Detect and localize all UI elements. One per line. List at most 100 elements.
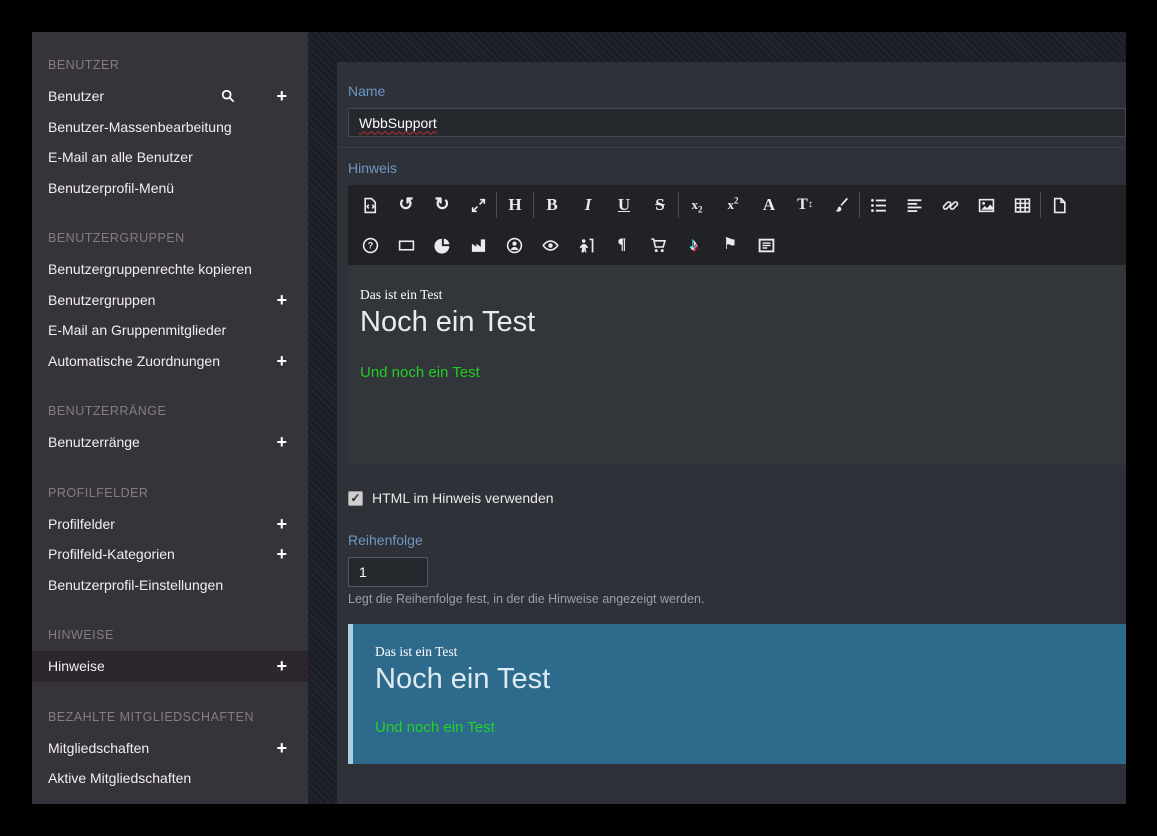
flag-button[interactable]: ⚑ — [712, 225, 748, 265]
sidebar-item-label: Transaktionsprotokoll — [48, 801, 287, 804]
heading-button[interactable]: H — [497, 185, 533, 225]
add-icon[interactable]: + — [276, 659, 287, 673]
sidebar-item-profilfeld-kategorien[interactable]: Profilfeld-Kategorien+ — [32, 539, 308, 570]
add-icon[interactable]: + — [276, 741, 287, 755]
person-booth-button[interactable] — [568, 225, 604, 265]
sidebar-item-aktive-mitgliedschaften[interactable]: Aktive Mitgliedschaften — [32, 763, 308, 794]
sidebar-item-benutzer-massenbearbeitung[interactable]: Benutzer-Massenbearbeitung — [32, 112, 308, 143]
table-button[interactable] — [1004, 185, 1040, 225]
sidebar-item-e-mail-an-gruppenmitglieder[interactable]: E-Mail an Gruppenmitglieder — [32, 315, 308, 346]
flag-icon: ⚑ — [723, 236, 737, 254]
redo-icon: ↻ — [434, 195, 449, 215]
expand-icon — [470, 197, 487, 214]
sidebar-item-hinweise[interactable]: Hinweise+ — [32, 651, 308, 682]
eye-icon — [542, 237, 559, 254]
sidebar-item-label: Aktive Mitgliedschaften — [48, 770, 287, 786]
underline-button[interactable]: U — [606, 185, 642, 225]
undo-button[interactable]: ↺ — [388, 185, 424, 225]
text-box-button[interactable] — [748, 225, 784, 265]
sidebar-item-profilfelder[interactable]: Profilfelder+ — [32, 509, 308, 540]
order-input[interactable]: 1 — [348, 557, 428, 587]
editor-line-heading: Noch ein Test — [360, 305, 1114, 340]
sidebar-item-benutzerprofil-men[interactable]: Benutzerprofil-Menü — [32, 173, 308, 204]
question-circle-button[interactable]: ? — [352, 225, 388, 265]
hinweis-field-group: Hinweis ↺ ↻ HBIUSx2 x2 AT↕? ¶ ♪ ⚑ Das ist ein T… — [348, 160, 1126, 465]
bold-icon: B — [546, 195, 557, 215]
sidebar-section-profilfelder: PROFILFELDERProfilfelder+Profilfeld-Kate… — [32, 485, 308, 601]
hinweis-label: Hinweis — [348, 160, 1126, 176]
add-icon[interactable]: + — [276, 89, 287, 103]
button-icon — [398, 237, 415, 254]
pie-chart-button[interactable] — [424, 225, 460, 265]
list-ul-icon — [870, 197, 887, 214]
preview-line-small: Das ist ein Test — [375, 644, 1114, 660]
button-button[interactable] — [388, 225, 424, 265]
editor-line-small: Das ist ein Test — [360, 287, 1114, 303]
subscript-button[interactable]: x2 — [679, 185, 715, 225]
tiktok-button[interactable]: ♪ — [676, 225, 712, 265]
sidebar-section-title: BEZAHLTE MITGLIEDSCHAFTEN — [32, 709, 308, 725]
align-button[interactable] — [896, 185, 932, 225]
image-button[interactable] — [968, 185, 1004, 225]
sidebar-item-benutzer[interactable]: Benutzer+ — [32, 81, 308, 112]
sidebar-item-benutzergruppen[interactable]: Benutzergruppen+ — [32, 285, 308, 316]
link-icon — [942, 197, 959, 214]
order-field-group: Reihenfolge 1 Legt die Reihenfolge fest,… — [348, 532, 1126, 606]
sidebar-item-benutzerprofil-einstellungen[interactable]: Benutzerprofil-Einstellungen — [32, 570, 308, 601]
add-icon[interactable]: + — [276, 547, 287, 561]
link-button[interactable] — [932, 185, 968, 225]
italic-button[interactable]: I — [570, 185, 606, 225]
brush-icon — [833, 197, 850, 214]
pilcrow-button[interactable]: ¶ — [604, 225, 640, 265]
sidebar-section-title: BENUTZERRÄNGE — [32, 403, 308, 419]
field-divider — [337, 147, 1126, 148]
pilcrow-icon: ¶ — [618, 236, 627, 254]
shopping-cart-button[interactable] — [640, 225, 676, 265]
strikethrough-icon: S — [655, 195, 664, 215]
name-input[interactable]: WbbSupport — [348, 108, 1126, 137]
brush-button[interactable] — [823, 185, 859, 225]
sidebar-item-label: Benutzerränge — [48, 434, 276, 450]
sidebar-item-mitgliedschaften[interactable]: Mitgliedschaften+ — [32, 733, 308, 764]
redo-button[interactable]: ↻ — [424, 185, 460, 225]
industry-button[interactable] — [460, 225, 496, 265]
editor-content[interactable]: Das ist ein Test Noch ein Test Und noch … — [348, 265, 1126, 465]
sidebar-section-title: BENUTZERGRUPPEN — [32, 230, 308, 246]
checkbox-checked-icon[interactable]: ✓ — [348, 491, 363, 506]
question-circle-icon: ? — [362, 237, 379, 254]
superscript-icon: x2 — [728, 196, 739, 214]
sidebar-item-benutzergruppenrechte-kopieren[interactable]: Benutzergruppenrechte kopieren — [32, 254, 308, 285]
add-icon[interactable]: + — [276, 435, 287, 449]
sidebar-section-benutzerr-nge: BENUTZERRÄNGE Benutzerränge+ — [32, 403, 308, 458]
html-checkbox-row[interactable]: ✓ HTML im Hinweis verwenden — [348, 490, 1126, 506]
sidebar-section-title: HINWEISE — [32, 627, 308, 643]
font-color-button[interactable]: A — [751, 185, 787, 225]
html-checkbox-label: HTML im Hinweis verwenden — [372, 490, 554, 506]
eye-button[interactable] — [532, 225, 568, 265]
superscript-button[interactable]: x2 — [715, 185, 751, 225]
sidebar-item-benutzerr-nge[interactable]: Benutzerränge+ — [32, 427, 308, 458]
add-icon[interactable]: + — [276, 293, 287, 307]
expand-button[interactable] — [460, 185, 496, 225]
sidebar-item-transaktionsprotokoll[interactable]: Transaktionsprotokoll — [32, 794, 308, 805]
name-label: Name — [348, 83, 1126, 99]
file-code-button[interactable] — [352, 185, 388, 225]
file-blank-button[interactable] — [1041, 185, 1077, 225]
user-circle-button[interactable] — [496, 225, 532, 265]
sidebar-section-benutzergruppen: BENUTZERGRUPPEN Benutzergruppenrechte kop… — [32, 230, 308, 376]
font-size-button[interactable]: T↕ — [787, 185, 823, 225]
search-icon[interactable] — [221, 89, 235, 103]
editor-line-green: Und noch ein Test — [360, 364, 1114, 381]
strikethrough-button[interactable]: S — [642, 185, 678, 225]
sidebar-item-e-mail-an-alle-benutzer[interactable]: E-Mail an alle Benutzer — [32, 142, 308, 173]
sidebar-item-label: Benutzerprofil-Menü — [48, 180, 287, 196]
name-input-value: WbbSupport — [359, 115, 437, 131]
list-ul-button[interactable] — [860, 185, 896, 225]
sidebar-item-automatische-zuordnungen[interactable]: Automatische Zuordnungen+ — [32, 346, 308, 377]
bold-button[interactable]: B — [534, 185, 570, 225]
pie-chart-icon — [434, 237, 451, 254]
add-icon[interactable]: + — [276, 354, 287, 368]
preview-line-green: Und noch ein Test — [375, 719, 1114, 736]
shopping-cart-icon — [650, 237, 667, 254]
add-icon[interactable]: + — [276, 517, 287, 531]
